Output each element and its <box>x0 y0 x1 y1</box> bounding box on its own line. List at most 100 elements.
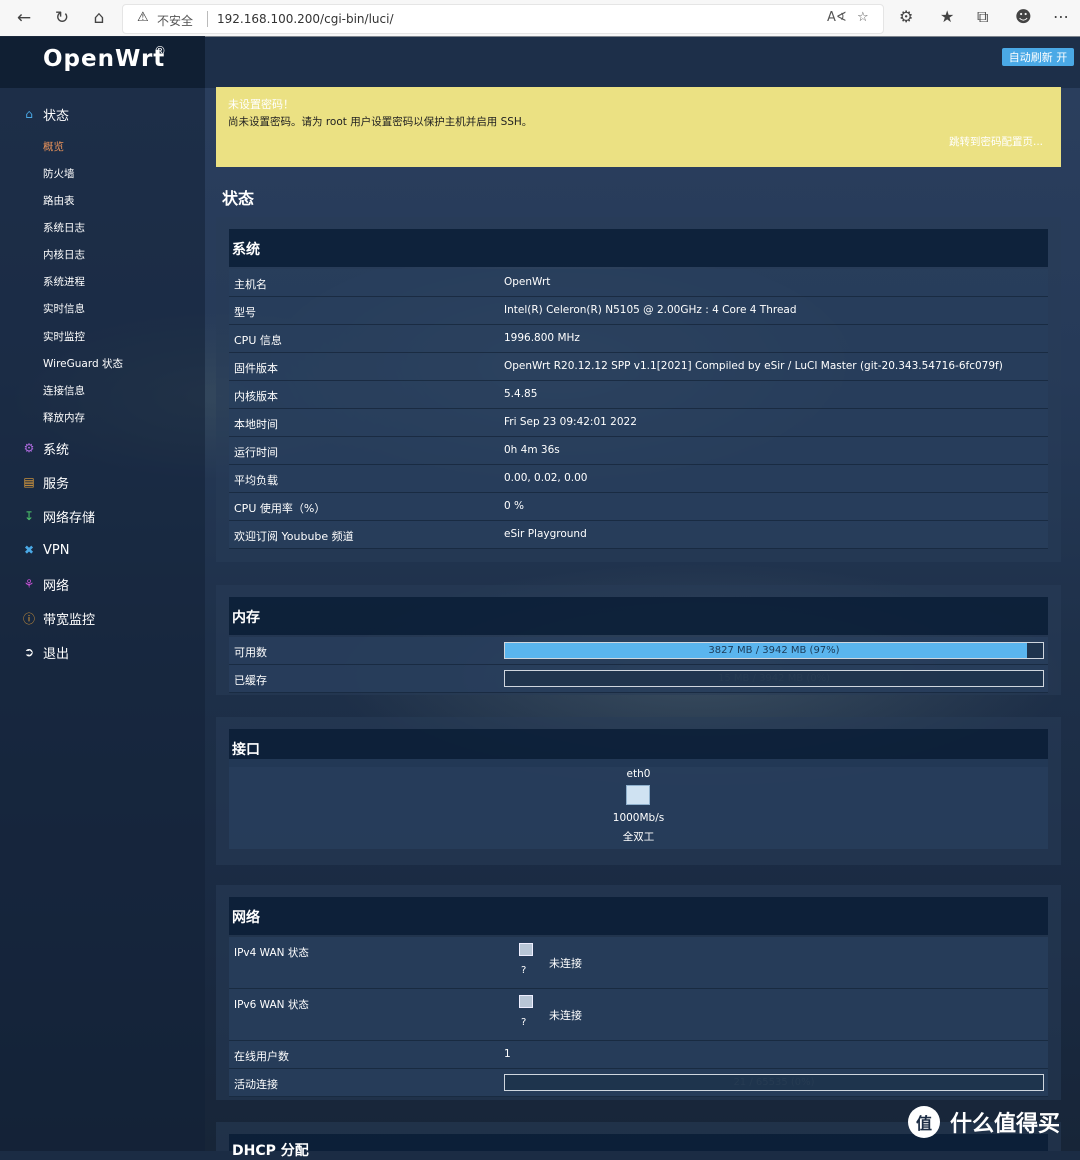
table-row: CPU 使用率（%） 0 % <box>229 493 1048 521</box>
row-value: Intel(R) Celeron(R) N5105 @ 2.00GHz : 4 … <box>504 304 797 316</box>
active-connections-text: 21 / 65535 (0%) <box>733 1077 815 1088</box>
menu-system[interactable]: ⚙ 系统 <box>22 438 69 458</box>
vpn-icon: ✖ <box>23 543 35 557</box>
extensions-icon[interactable]: ⚙ <box>899 7 913 26</box>
submenu-realtime-info[interactable]: 实时信息 <box>43 301 85 316</box>
ipv6-state: 未连接 <box>549 1009 582 1022</box>
home-icon[interactable]: ⌂ <box>87 6 111 30</box>
menu-services-label: 服务 <box>43 476 70 492</box>
memory-section: 内存 可用数 3827 MB / 3942 MB (97%) 已缓存 15 MB… <box>216 585 1061 695</box>
home-icon: ⌂ <box>25 107 33 121</box>
menu-logout-label: 退出 <box>43 646 70 662</box>
header-bar <box>205 36 1080 88</box>
ipv4-wan-row: IPv4 WAN 状态 ? 未连接 <box>229 937 1048 989</box>
browser-toolbar: ← ↻ ⌂ ⚠ 不安全 192.168.100.200/cgi-bin/luci… <box>0 0 1080 37</box>
row-value: 0.00, 0.02, 0.00 <box>504 472 588 484</box>
menu-logout[interactable]: ➲ 退出 <box>22 642 69 662</box>
menu-network-label: 网络 <box>43 578 70 594</box>
system-section: 系统 主机名 OpenWrt 型号 Intel(R) Celeron(R) N510… <box>216 217 1061 562</box>
dhcp-title: DHCP 分配 <box>232 1143 309 1159</box>
submenu-processes[interactable]: 系统进程 <box>43 274 85 289</box>
password-config-link[interactable]: 跳转到密码配置页... <box>949 134 1043 149</box>
interface-card[interactable]: eth0 1000Mb/s 全双工 <box>229 759 1048 849</box>
warning-icon: ⚠ <box>137 10 149 25</box>
submenu-syslog[interactable]: 系统日志 <box>43 220 85 235</box>
menu-services[interactable]: ▤ 服务 <box>22 472 69 492</box>
unknown-mark: ? <box>521 965 527 976</box>
row-value: 1996.800 MHz <box>504 332 580 344</box>
ipv4-state: 未连接 <box>549 957 582 970</box>
row-value: 5.4.85 <box>504 388 538 400</box>
submenu-connections[interactable]: 连接信息 <box>43 383 85 398</box>
row-key: 活动连接 <box>234 1078 278 1091</box>
submenu-free-memory[interactable]: 释放内存 <box>43 410 85 425</box>
ethernet-port-icon <box>626 785 650 805</box>
interface-name: eth0 <box>626 768 651 780</box>
row-key: CPU 信息 <box>234 334 282 347</box>
more-icon[interactable]: ⋯ <box>1053 7 1069 26</box>
row-value: 0 % <box>504 500 524 512</box>
row-value: 0h 4m 36s <box>504 444 560 456</box>
table-row: CPU 信息 1996.800 MHz <box>229 325 1048 353</box>
row-key: 已缓存 <box>234 674 267 687</box>
row-value: eSir Playground <box>504 528 587 540</box>
menu-vpn[interactable]: ✖ VPN <box>22 540 70 560</box>
network-port-icon <box>519 995 533 1008</box>
network-title: 网络 <box>232 910 260 926</box>
table-row: 可用数 3827 MB / 3942 MB (97%) <box>229 637 1048 665</box>
add-favorite-icon[interactable]: ☆ <box>857 10 869 25</box>
row-key: 运行时间 <box>234 446 278 459</box>
table-row: 活动连接 21 / 65535 (0%) <box>229 1069 1048 1097</box>
submenu-realtime-monitor[interactable]: 实时监控 <box>43 329 85 344</box>
collections-icon[interactable]: ⧉ <box>977 7 988 27</box>
table-row: 已缓存 15 MB / 3942 MB (0%) <box>229 665 1048 693</box>
row-key: 在线用户数 <box>234 1050 289 1063</box>
submenu-wireguard[interactable]: WireGuard 状态 <box>43 356 123 371</box>
row-key: 欢迎订阅 Youbube 频道 <box>234 530 354 543</box>
watermark: 值 什么值得买 <box>908 1106 1060 1138</box>
password-alert: 未设置密码！ 尚未设置密码。请为 root 用户设置密码以保护主机并启用 SSH… <box>216 87 1061 167</box>
logout-icon: ➲ <box>23 645 35 659</box>
interface-speed: 1000Mb/s <box>612 812 665 824</box>
profile-icon[interactable]: ☻ <box>1015 7 1032 26</box>
submenu-firewall[interactable]: 防火墙 <box>43 166 75 181</box>
interface-duplex: 全双工 <box>622 831 655 843</box>
watermark-logo: 值 <box>908 1106 940 1138</box>
row-key: 可用数 <box>234 646 267 659</box>
table-row: 欢迎订阅 Youbube 频道 eSir Playground <box>229 521 1048 549</box>
address-bar[interactable]: ⚠ 不安全 192.168.100.200/cgi-bin/luci/ A∢ ☆ <box>122 4 884 34</box>
auto-refresh-toggle[interactable]: 自动刷新 开 <box>1002 48 1074 66</box>
menu-network[interactable]: ⚘ 网络 <box>22 574 69 594</box>
table-row: 内核版本 5.4.85 <box>229 381 1048 409</box>
menu-bandwidth[interactable]: ⓘ 带宽监控 <box>22 608 95 628</box>
logo[interactable]: OpenWrt <box>43 46 165 72</box>
row-value: Fri Sep 23 09:42:01 2022 <box>504 416 637 428</box>
url-text[interactable]: 192.168.100.200/cgi-bin/luci/ <box>217 12 394 26</box>
menu-storage[interactable]: ↧ 网络存储 <box>22 506 95 526</box>
menu-bandwidth-label: 带宽监控 <box>43 612 96 628</box>
watermark-text: 什么值得买 <box>950 1112 1061 1137</box>
submenu-kernel-log[interactable]: 内核日志 <box>43 247 85 262</box>
submenu-overview[interactable]: 概览 <box>43 139 64 154</box>
reload-icon[interactable]: ↻ <box>50 6 74 30</box>
read-aloud-icon[interactable]: A∢ <box>827 10 847 25</box>
row-key: 内核版本 <box>234 390 278 403</box>
row-key: CPU 使用率（%） <box>234 502 326 515</box>
bandwidth-icon: ⓘ <box>22 611 35 626</box>
menu-vpn-label: VPN <box>43 542 70 558</box>
menu-status[interactable]: ⌂ 状态 <box>22 104 69 124</box>
gear-icon: ⚙ <box>23 441 35 455</box>
interfaces-section: 接口 eth0 1000Mb/s 全双工 <box>216 717 1061 865</box>
system-header: 系统 <box>229 229 1048 267</box>
row-key: 本地时间 <box>234 418 278 431</box>
logo-area: OpenWrt ® <box>0 36 205 88</box>
favorites-icon[interactable]: ★ <box>940 7 954 26</box>
table-row: 运行时间 0h 4m 36s <box>229 437 1048 465</box>
back-icon[interactable]: ← <box>12 6 36 30</box>
memory-cached-text: 15 MB / 3942 MB (0%) <box>717 673 831 684</box>
unknown-mark: ? <box>521 1017 527 1028</box>
memory-title: 内存 <box>232 610 260 626</box>
table-row: 在线用户数 1 <box>229 1041 1048 1069</box>
services-icon: ▤ <box>23 475 35 489</box>
submenu-routes[interactable]: 路由表 <box>43 193 75 208</box>
